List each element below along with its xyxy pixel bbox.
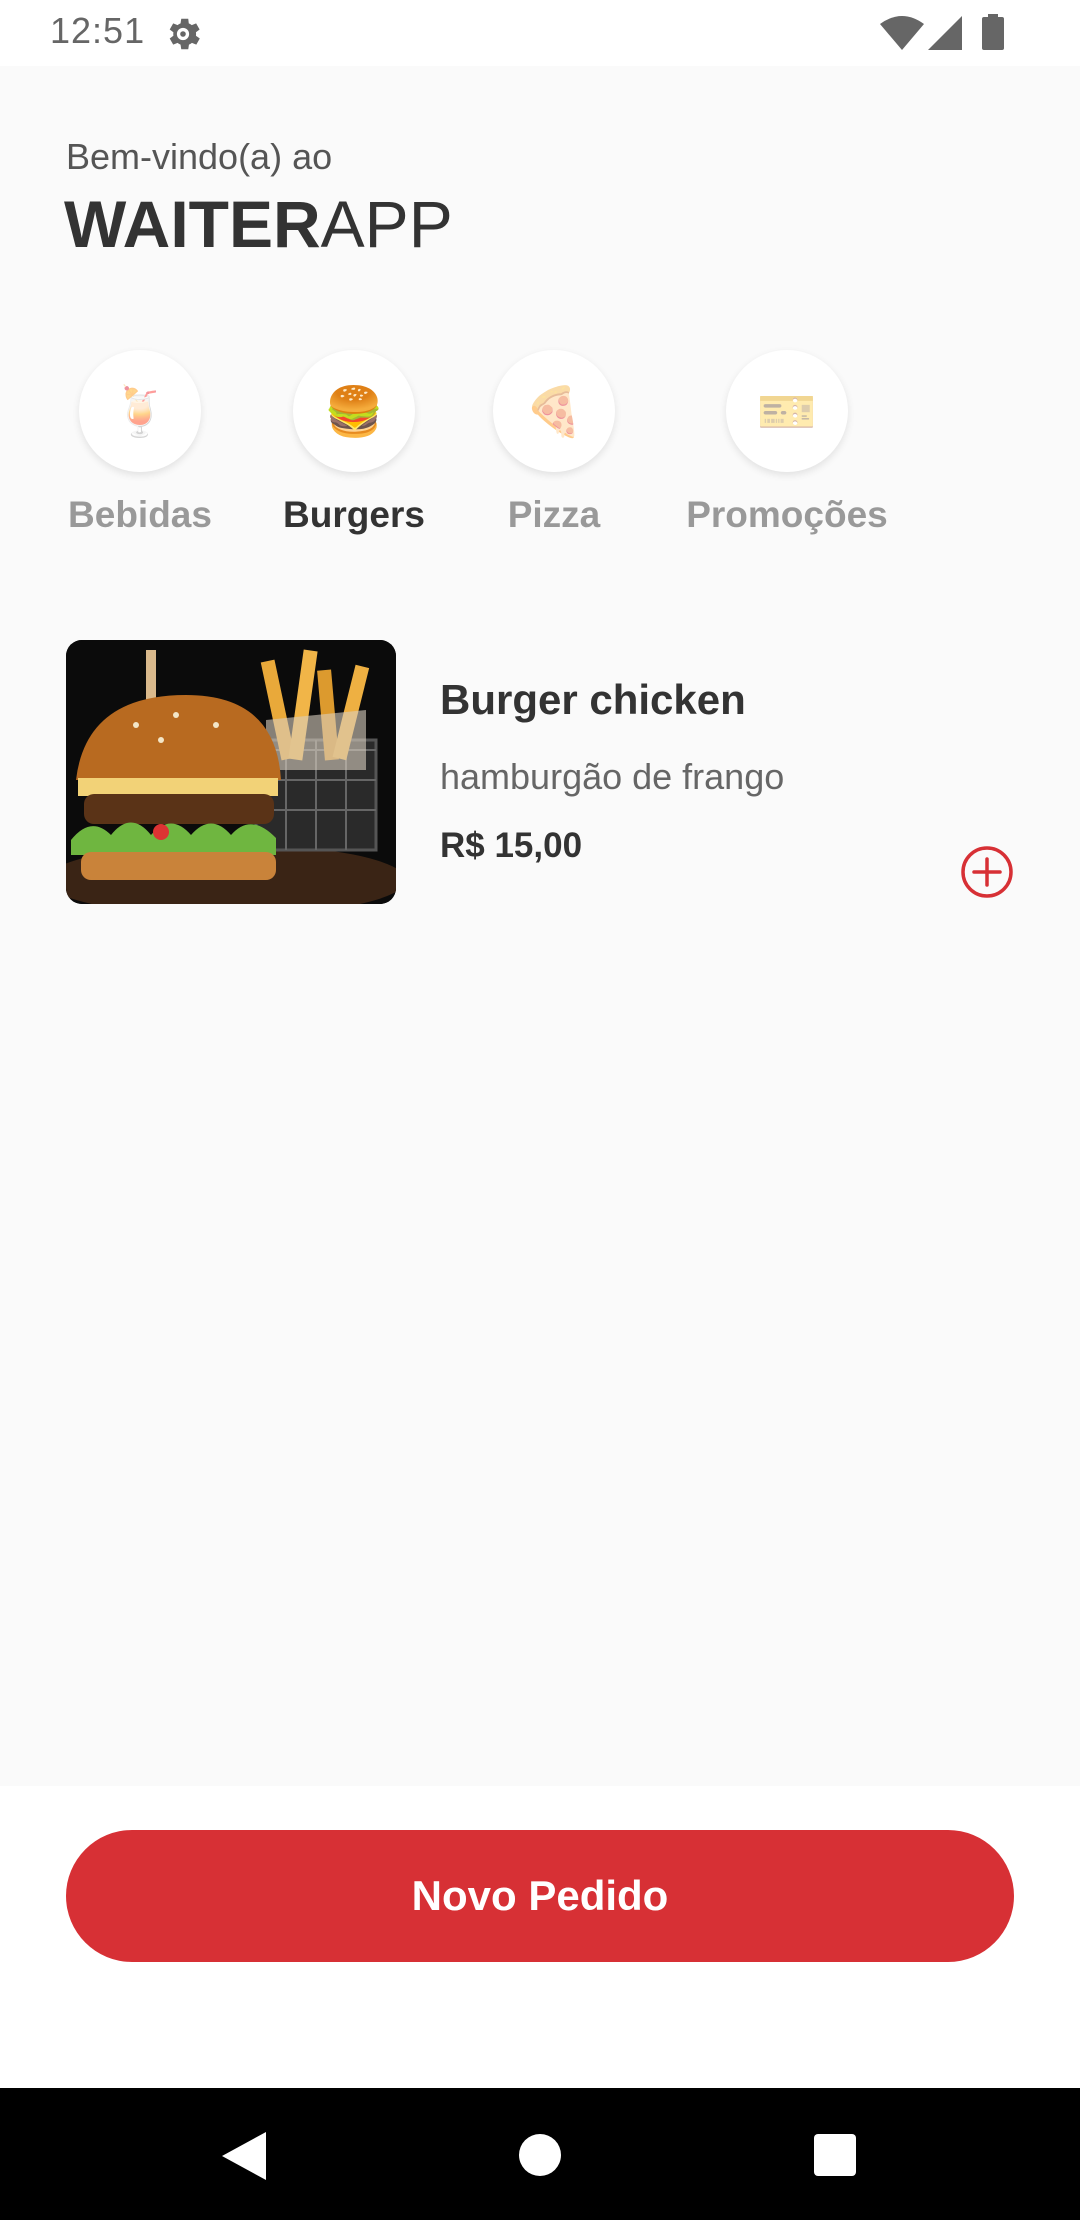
- welcome-text: Bem-vindo(a) ao: [66, 136, 333, 177]
- status-bar: 12:51: [0, 0, 1080, 66]
- category-label: Promoções: [686, 494, 888, 535]
- footer: Novo Pedido: [0, 1786, 1080, 2088]
- category-label: Bebidas: [68, 494, 212, 535]
- app-screen: 12:51 Bem-vindo(a) ao WAITERAPP 🍹 Bebida…: [0, 0, 1080, 2220]
- add-to-cart-icon[interactable]: [960, 845, 1014, 899]
- battery-icon: [982, 14, 1004, 50]
- home-icon[interactable]: [519, 2134, 561, 2176]
- category-promocoes[interactable]: 🎫 Promoções: [667, 350, 907, 536]
- product-description: hamburgão de frango: [440, 756, 785, 797]
- recents-icon[interactable]: [814, 2134, 856, 2176]
- product-name: Burger chicken: [440, 676, 746, 723]
- status-time: 12:51: [50, 10, 146, 51]
- ticket-icon: 🎫: [757, 383, 817, 440]
- category-label: Pizza: [507, 494, 601, 535]
- new-order-button[interactable]: Novo Pedido: [66, 1830, 1014, 1962]
- brand-light-text: APP: [320, 187, 453, 261]
- drink-icon: 🍹: [110, 383, 170, 440]
- category-icon-circle: 🎫: [726, 350, 848, 472]
- category-pizza[interactable]: 🍕 Pizza: [434, 350, 674, 536]
- category-icon-circle: 🍹: [79, 350, 201, 472]
- product-price: R$ 15,00: [440, 826, 583, 865]
- burger-photo: [66, 640, 396, 904]
- category-icon-circle: 🍕: [493, 350, 615, 472]
- system-nav-bar: [0, 2088, 1080, 2220]
- category-label: Burgers: [283, 494, 425, 535]
- wifi-icon: [880, 16, 924, 50]
- pizza-icon: 🍕: [524, 383, 584, 440]
- brand-bold-text: WAITER: [64, 187, 321, 261]
- back-icon[interactable]: [222, 2132, 266, 2180]
- product-image[interactable]: [66, 640, 396, 904]
- settings-gear-icon: [169, 18, 200, 50]
- burger-icon: 🍔: [324, 383, 384, 440]
- app-logo-title: WAITERAPP: [64, 186, 453, 262]
- cellular-signal-icon: [928, 16, 962, 50]
- category-icon-circle: 🍔: [293, 350, 415, 472]
- category-bebidas[interactable]: 🍹 Bebidas: [20, 350, 260, 536]
